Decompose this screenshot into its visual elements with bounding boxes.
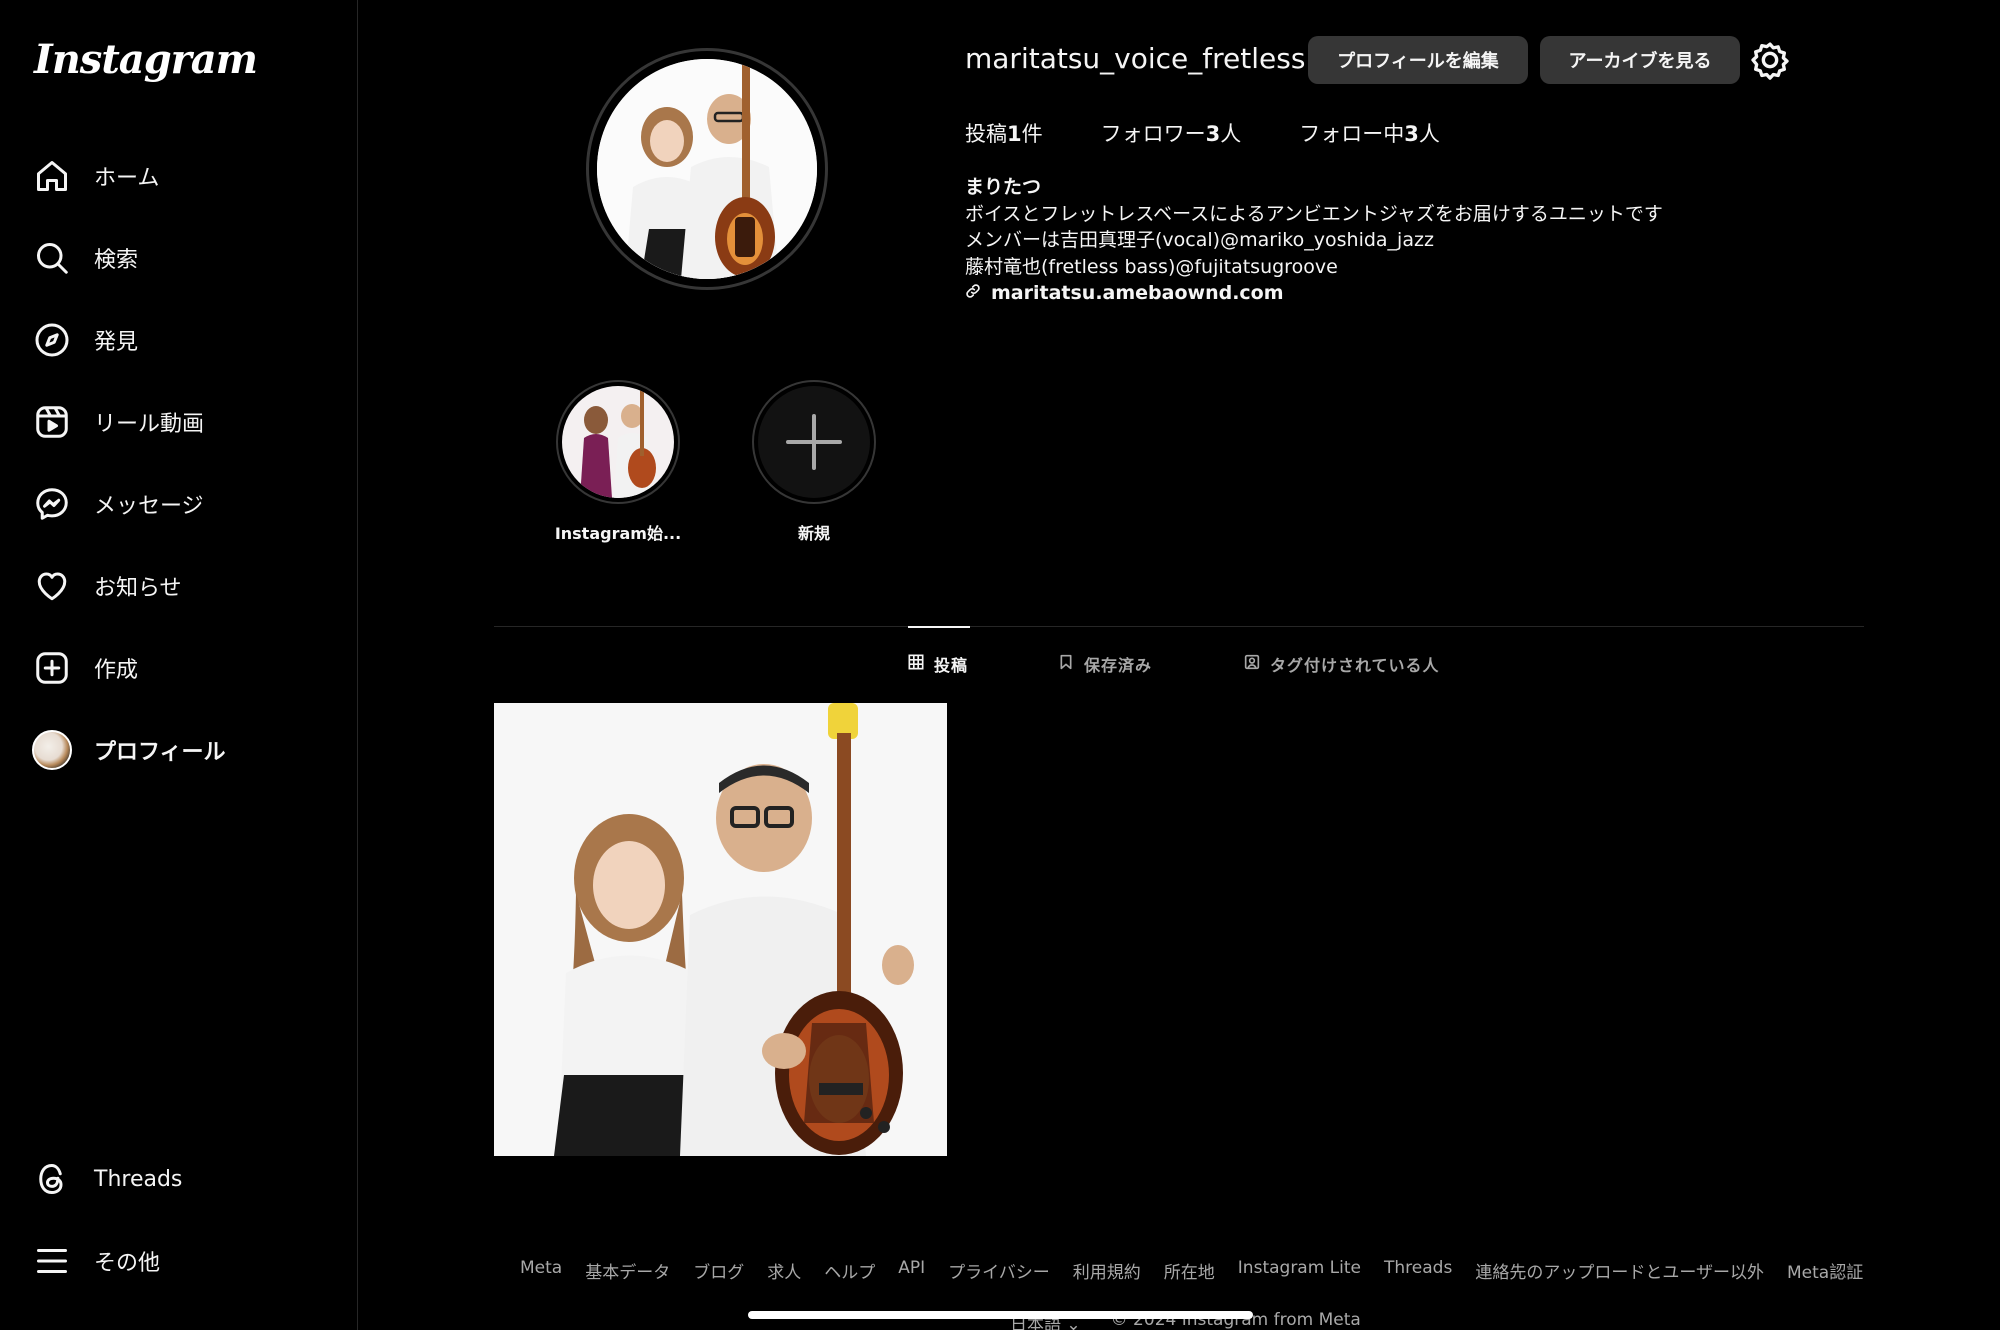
highlight-ring	[556, 380, 680, 504]
bio-link[interactable]: maritatsu.amebaownd.com	[965, 280, 1663, 307]
messenger-icon	[28, 480, 76, 528]
highlight-item[interactable]: Instagram始...	[553, 380, 683, 544]
footer-link[interactable]: 求人	[767, 1258, 801, 1283]
footer-link[interactable]: Instagram Lite	[1238, 1258, 1361, 1283]
bio-line: 藤村竜也(fretless bass)@fujitatsugroove	[965, 255, 1338, 278]
sidebar-item-threads[interactable]: Threads	[28, 1149, 328, 1209]
footer-link[interactable]: 基本データ	[585, 1258, 670, 1283]
sidebar-item-label: お知らせ	[94, 576, 182, 601]
sidebar-item-explore[interactable]: 発見	[28, 310, 328, 370]
sidebar-item-messages[interactable]: メッセージ	[28, 474, 328, 534]
grid-icon	[908, 654, 924, 674]
new-highlight-button[interactable]: 新規	[749, 380, 879, 544]
sidebar-item-label: 発見	[94, 330, 139, 355]
home-icon	[28, 152, 76, 200]
sidebar: Instagram ホーム 検索 発見 リール動画 メッセージ お知らせ 作成 …	[0, 0, 358, 1330]
tab-posts[interactable]: 投稿	[908, 652, 968, 676]
footer-link[interactable]: 所在地	[1164, 1258, 1215, 1283]
sidebar-item-label: 作成	[94, 658, 139, 683]
sidebar-item-notifications[interactable]: お知らせ	[28, 556, 328, 616]
menu-icon	[28, 1237, 76, 1285]
tab-tagged[interactable]: タグ付けされている人	[1244, 652, 1440, 676]
footer-links: Meta 基本データ ブログ 求人 ヘルプ API プライバシー 利用規約 所在…	[520, 1258, 1863, 1283]
posts-count: 投稿1件	[965, 122, 1043, 146]
sidebar-item-label: プロフィール	[94, 740, 226, 765]
sidebar-item-more[interactable]: その他	[28, 1231, 328, 1291]
highlight-thumbnail	[562, 386, 674, 498]
sidebar-item-label: ホーム	[94, 166, 160, 191]
sidebar-item-reels[interactable]: リール動画	[28, 392, 328, 452]
tab-label: 保存済み	[1084, 656, 1153, 675]
footer-link[interactable]: ブログ	[693, 1258, 744, 1283]
bio-link-text: maritatsu.amebaownd.com	[991, 282, 1284, 304]
plus-icon	[758, 386, 870, 498]
sidebar-item-label: Threads	[94, 1166, 183, 1192]
tagged-icon	[1244, 654, 1260, 674]
profile-stats: 投稿1件 フォロワー3人 フォロー中3人	[965, 118, 1440, 148]
settings-icon[interactable]	[1750, 40, 1790, 80]
view-archive-button[interactable]: アーカイブを見る	[1540, 36, 1740, 84]
edit-profile-button[interactable]: プロフィールを編集	[1308, 36, 1528, 84]
tab-label: 投稿	[934, 656, 969, 675]
active-tab-indicator	[908, 626, 970, 628]
footer-link[interactable]: 利用規約	[1073, 1258, 1141, 1283]
sidebar-item-label: その他	[94, 1251, 161, 1276]
home-indicator	[748, 1311, 1253, 1319]
bookmark-icon	[1058, 654, 1074, 674]
profile-photo	[597, 59, 817, 279]
followers-count[interactable]: フォロワー3人	[1101, 118, 1242, 148]
footer-link[interactable]: Threads	[1384, 1258, 1452, 1283]
footer-link[interactable]: プライバシー	[948, 1258, 1050, 1283]
threads-icon	[28, 1155, 76, 1203]
footer-link[interactable]: Meta	[520, 1258, 562, 1283]
profile-display-name: まりたつ	[965, 176, 1042, 198]
profile-username: maritatsu_voice_fretless	[965, 42, 1306, 75]
bio-line: ボイスとフレットレスベースによるアンビエントジャズをお届けするユニットです	[965, 202, 1663, 225]
tab-saved[interactable]: 保存済み	[1058, 652, 1152, 676]
tab-label: タグ付けされている人	[1270, 656, 1440, 675]
sidebar-item-label: リール動画	[94, 412, 205, 437]
heart-icon	[28, 562, 76, 610]
search-icon	[28, 234, 76, 282]
bio-line: メンバーは吉田真理子(vocal)@mariko_yoshida_jazz	[965, 229, 1434, 251]
footer-link[interactable]: 連絡先のアップロードとユーザー以外	[1475, 1258, 1764, 1283]
highlight-label: 新規	[797, 524, 830, 543]
footer-link[interactable]: Meta認証	[1787, 1258, 1863, 1283]
reels-icon	[28, 398, 76, 446]
link-icon	[965, 280, 981, 307]
post-thumbnail[interactable]	[494, 703, 947, 1156]
footer-link[interactable]: ヘルプ	[824, 1258, 875, 1283]
plus-square-icon	[28, 644, 76, 692]
sidebar-item-home[interactable]: ホーム	[28, 146, 328, 206]
highlight-label: Instagram始...	[554, 524, 682, 543]
avatar	[28, 726, 76, 774]
sidebar-item-label: 検索	[94, 248, 139, 273]
tabs-divider	[494, 626, 1864, 627]
footer-link[interactable]: API	[898, 1258, 925, 1283]
sidebar-item-create[interactable]: 作成	[28, 638, 328, 698]
compass-icon	[28, 316, 76, 364]
profile-bio: まりたつ ボイスとフレットレスベースによるアンビエントジャズをお届けするユニット…	[965, 174, 1663, 307]
sidebar-item-label: メッセージ	[94, 494, 204, 519]
profile-avatar[interactable]	[586, 48, 828, 290]
highlight-ring	[752, 380, 876, 504]
sidebar-item-search[interactable]: 検索	[28, 228, 328, 288]
following-count[interactable]: フォロー中3人	[1299, 118, 1440, 148]
instagram-logo[interactable]: Instagram	[34, 36, 258, 83]
sidebar-item-profile[interactable]: プロフィール	[28, 720, 328, 780]
